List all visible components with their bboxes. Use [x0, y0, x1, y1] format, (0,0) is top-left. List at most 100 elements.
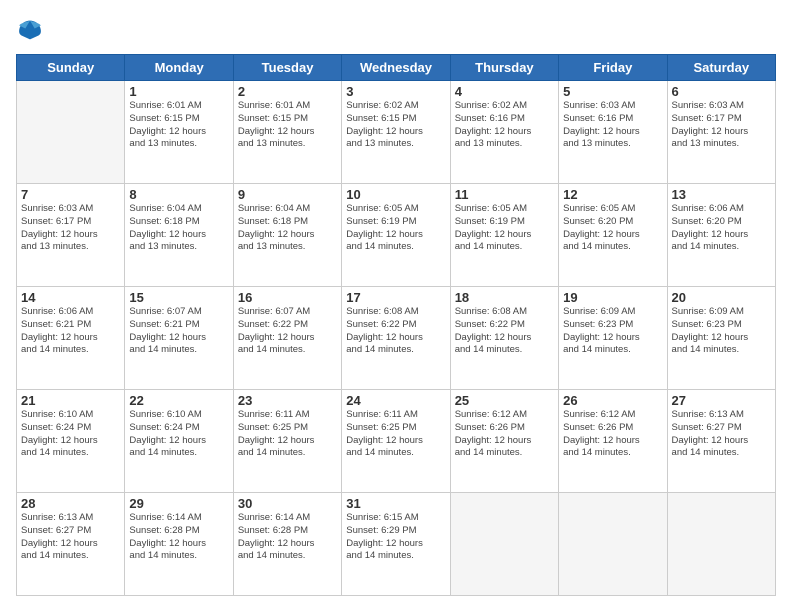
- day-number: 13: [672, 187, 771, 202]
- day-number: 5: [563, 84, 662, 99]
- day-info: Sunrise: 6:01 AMSunset: 6:15 PMDaylight:…: [129, 100, 228, 151]
- day-cell: 13Sunrise: 6:06 AMSunset: 6:20 PMDayligh…: [667, 184, 775, 287]
- day-header-monday: Monday: [125, 55, 233, 81]
- day-header-tuesday: Tuesday: [233, 55, 341, 81]
- week-row-2: 7Sunrise: 6:03 AMSunset: 6:17 PMDaylight…: [17, 184, 776, 287]
- day-cell: 23Sunrise: 6:11 AMSunset: 6:25 PMDayligh…: [233, 390, 341, 493]
- day-number: 28: [21, 496, 120, 511]
- day-info: Sunrise: 6:05 AMSunset: 6:20 PMDaylight:…: [563, 203, 662, 254]
- day-cell: 5Sunrise: 6:03 AMSunset: 6:16 PMDaylight…: [559, 81, 667, 184]
- day-number: 17: [346, 290, 445, 305]
- day-cell: 1Sunrise: 6:01 AMSunset: 6:15 PMDaylight…: [125, 81, 233, 184]
- day-info: Sunrise: 6:05 AMSunset: 6:19 PMDaylight:…: [346, 203, 445, 254]
- day-info: Sunrise: 6:08 AMSunset: 6:22 PMDaylight:…: [346, 306, 445, 357]
- day-cell: 2Sunrise: 6:01 AMSunset: 6:15 PMDaylight…: [233, 81, 341, 184]
- day-cell: 6Sunrise: 6:03 AMSunset: 6:17 PMDaylight…: [667, 81, 775, 184]
- day-cell: 25Sunrise: 6:12 AMSunset: 6:26 PMDayligh…: [450, 390, 558, 493]
- day-info: Sunrise: 6:03 AMSunset: 6:17 PMDaylight:…: [21, 203, 120, 254]
- day-info: Sunrise: 6:14 AMSunset: 6:28 PMDaylight:…: [129, 512, 228, 563]
- week-row-4: 21Sunrise: 6:10 AMSunset: 6:24 PMDayligh…: [17, 390, 776, 493]
- week-row-3: 14Sunrise: 6:06 AMSunset: 6:21 PMDayligh…: [17, 287, 776, 390]
- day-cell: 4Sunrise: 6:02 AMSunset: 6:16 PMDaylight…: [450, 81, 558, 184]
- day-number: 8: [129, 187, 228, 202]
- day-cell: 16Sunrise: 6:07 AMSunset: 6:22 PMDayligh…: [233, 287, 341, 390]
- day-info: Sunrise: 6:10 AMSunset: 6:24 PMDaylight:…: [129, 409, 228, 460]
- day-info: Sunrise: 6:11 AMSunset: 6:25 PMDaylight:…: [346, 409, 445, 460]
- day-cell: 26Sunrise: 6:12 AMSunset: 6:26 PMDayligh…: [559, 390, 667, 493]
- day-cell: 24Sunrise: 6:11 AMSunset: 6:25 PMDayligh…: [342, 390, 450, 493]
- week-row-5: 28Sunrise: 6:13 AMSunset: 6:27 PMDayligh…: [17, 493, 776, 596]
- day-number: 26: [563, 393, 662, 408]
- day-info: Sunrise: 6:11 AMSunset: 6:25 PMDaylight:…: [238, 409, 337, 460]
- day-info: Sunrise: 6:13 AMSunset: 6:27 PMDaylight:…: [21, 512, 120, 563]
- day-info: Sunrise: 6:06 AMSunset: 6:21 PMDaylight:…: [21, 306, 120, 357]
- day-info: Sunrise: 6:13 AMSunset: 6:27 PMDaylight:…: [672, 409, 771, 460]
- day-info: Sunrise: 6:10 AMSunset: 6:24 PMDaylight:…: [21, 409, 120, 460]
- day-number: 31: [346, 496, 445, 511]
- day-cell: [559, 493, 667, 596]
- day-number: 11: [455, 187, 554, 202]
- week-row-1: 1Sunrise: 6:01 AMSunset: 6:15 PMDaylight…: [17, 81, 776, 184]
- day-cell: 20Sunrise: 6:09 AMSunset: 6:23 PMDayligh…: [667, 287, 775, 390]
- day-cell: 17Sunrise: 6:08 AMSunset: 6:22 PMDayligh…: [342, 287, 450, 390]
- day-cell: 10Sunrise: 6:05 AMSunset: 6:19 PMDayligh…: [342, 184, 450, 287]
- day-number: 4: [455, 84, 554, 99]
- day-info: Sunrise: 6:03 AMSunset: 6:16 PMDaylight:…: [563, 100, 662, 151]
- day-cell: 7Sunrise: 6:03 AMSunset: 6:17 PMDaylight…: [17, 184, 125, 287]
- day-info: Sunrise: 6:03 AMSunset: 6:17 PMDaylight:…: [672, 100, 771, 151]
- logo: [16, 16, 48, 44]
- day-info: Sunrise: 6:08 AMSunset: 6:22 PMDaylight:…: [455, 306, 554, 357]
- day-number: 29: [129, 496, 228, 511]
- day-number: 10: [346, 187, 445, 202]
- day-cell: [667, 493, 775, 596]
- day-number: 21: [21, 393, 120, 408]
- day-cell: 22Sunrise: 6:10 AMSunset: 6:24 PMDayligh…: [125, 390, 233, 493]
- day-number: 24: [346, 393, 445, 408]
- day-cell: 21Sunrise: 6:10 AMSunset: 6:24 PMDayligh…: [17, 390, 125, 493]
- day-header-saturday: Saturday: [667, 55, 775, 81]
- day-info: Sunrise: 6:12 AMSunset: 6:26 PMDaylight:…: [455, 409, 554, 460]
- day-header-thursday: Thursday: [450, 55, 558, 81]
- day-header-wednesday: Wednesday: [342, 55, 450, 81]
- day-number: 6: [672, 84, 771, 99]
- day-cell: 28Sunrise: 6:13 AMSunset: 6:27 PMDayligh…: [17, 493, 125, 596]
- day-info: Sunrise: 6:05 AMSunset: 6:19 PMDaylight:…: [455, 203, 554, 254]
- day-cell: 30Sunrise: 6:14 AMSunset: 6:28 PMDayligh…: [233, 493, 341, 596]
- day-number: 14: [21, 290, 120, 305]
- day-header-sunday: Sunday: [17, 55, 125, 81]
- day-info: Sunrise: 6:04 AMSunset: 6:18 PMDaylight:…: [238, 203, 337, 254]
- day-cell: 27Sunrise: 6:13 AMSunset: 6:27 PMDayligh…: [667, 390, 775, 493]
- day-cell: 15Sunrise: 6:07 AMSunset: 6:21 PMDayligh…: [125, 287, 233, 390]
- day-info: Sunrise: 6:07 AMSunset: 6:22 PMDaylight:…: [238, 306, 337, 357]
- day-number: 30: [238, 496, 337, 511]
- day-number: 20: [672, 290, 771, 305]
- day-cell: 29Sunrise: 6:14 AMSunset: 6:28 PMDayligh…: [125, 493, 233, 596]
- day-number: 7: [21, 187, 120, 202]
- day-number: 9: [238, 187, 337, 202]
- day-cell: 9Sunrise: 6:04 AMSunset: 6:18 PMDaylight…: [233, 184, 341, 287]
- day-cell: 8Sunrise: 6:04 AMSunset: 6:18 PMDaylight…: [125, 184, 233, 287]
- page: SundayMondayTuesdayWednesdayThursdayFrid…: [0, 0, 792, 612]
- day-info: Sunrise: 6:09 AMSunset: 6:23 PMDaylight:…: [672, 306, 771, 357]
- day-number: 1: [129, 84, 228, 99]
- day-number: 16: [238, 290, 337, 305]
- day-number: 23: [238, 393, 337, 408]
- day-info: Sunrise: 6:15 AMSunset: 6:29 PMDaylight:…: [346, 512, 445, 563]
- day-cell: 18Sunrise: 6:08 AMSunset: 6:22 PMDayligh…: [450, 287, 558, 390]
- day-cell: [450, 493, 558, 596]
- day-header-friday: Friday: [559, 55, 667, 81]
- day-number: 27: [672, 393, 771, 408]
- header: [16, 16, 776, 44]
- day-cell: 19Sunrise: 6:09 AMSunset: 6:23 PMDayligh…: [559, 287, 667, 390]
- day-cell: 3Sunrise: 6:02 AMSunset: 6:15 PMDaylight…: [342, 81, 450, 184]
- day-info: Sunrise: 6:14 AMSunset: 6:28 PMDaylight:…: [238, 512, 337, 563]
- day-info: Sunrise: 6:01 AMSunset: 6:15 PMDaylight:…: [238, 100, 337, 151]
- day-cell: 14Sunrise: 6:06 AMSunset: 6:21 PMDayligh…: [17, 287, 125, 390]
- day-info: Sunrise: 6:04 AMSunset: 6:18 PMDaylight:…: [129, 203, 228, 254]
- day-number: 3: [346, 84, 445, 99]
- calendar-table: SundayMondayTuesdayWednesdayThursdayFrid…: [16, 54, 776, 596]
- day-cell: [17, 81, 125, 184]
- day-number: 22: [129, 393, 228, 408]
- logo-icon: [16, 16, 44, 44]
- day-info: Sunrise: 6:02 AMSunset: 6:15 PMDaylight:…: [346, 100, 445, 151]
